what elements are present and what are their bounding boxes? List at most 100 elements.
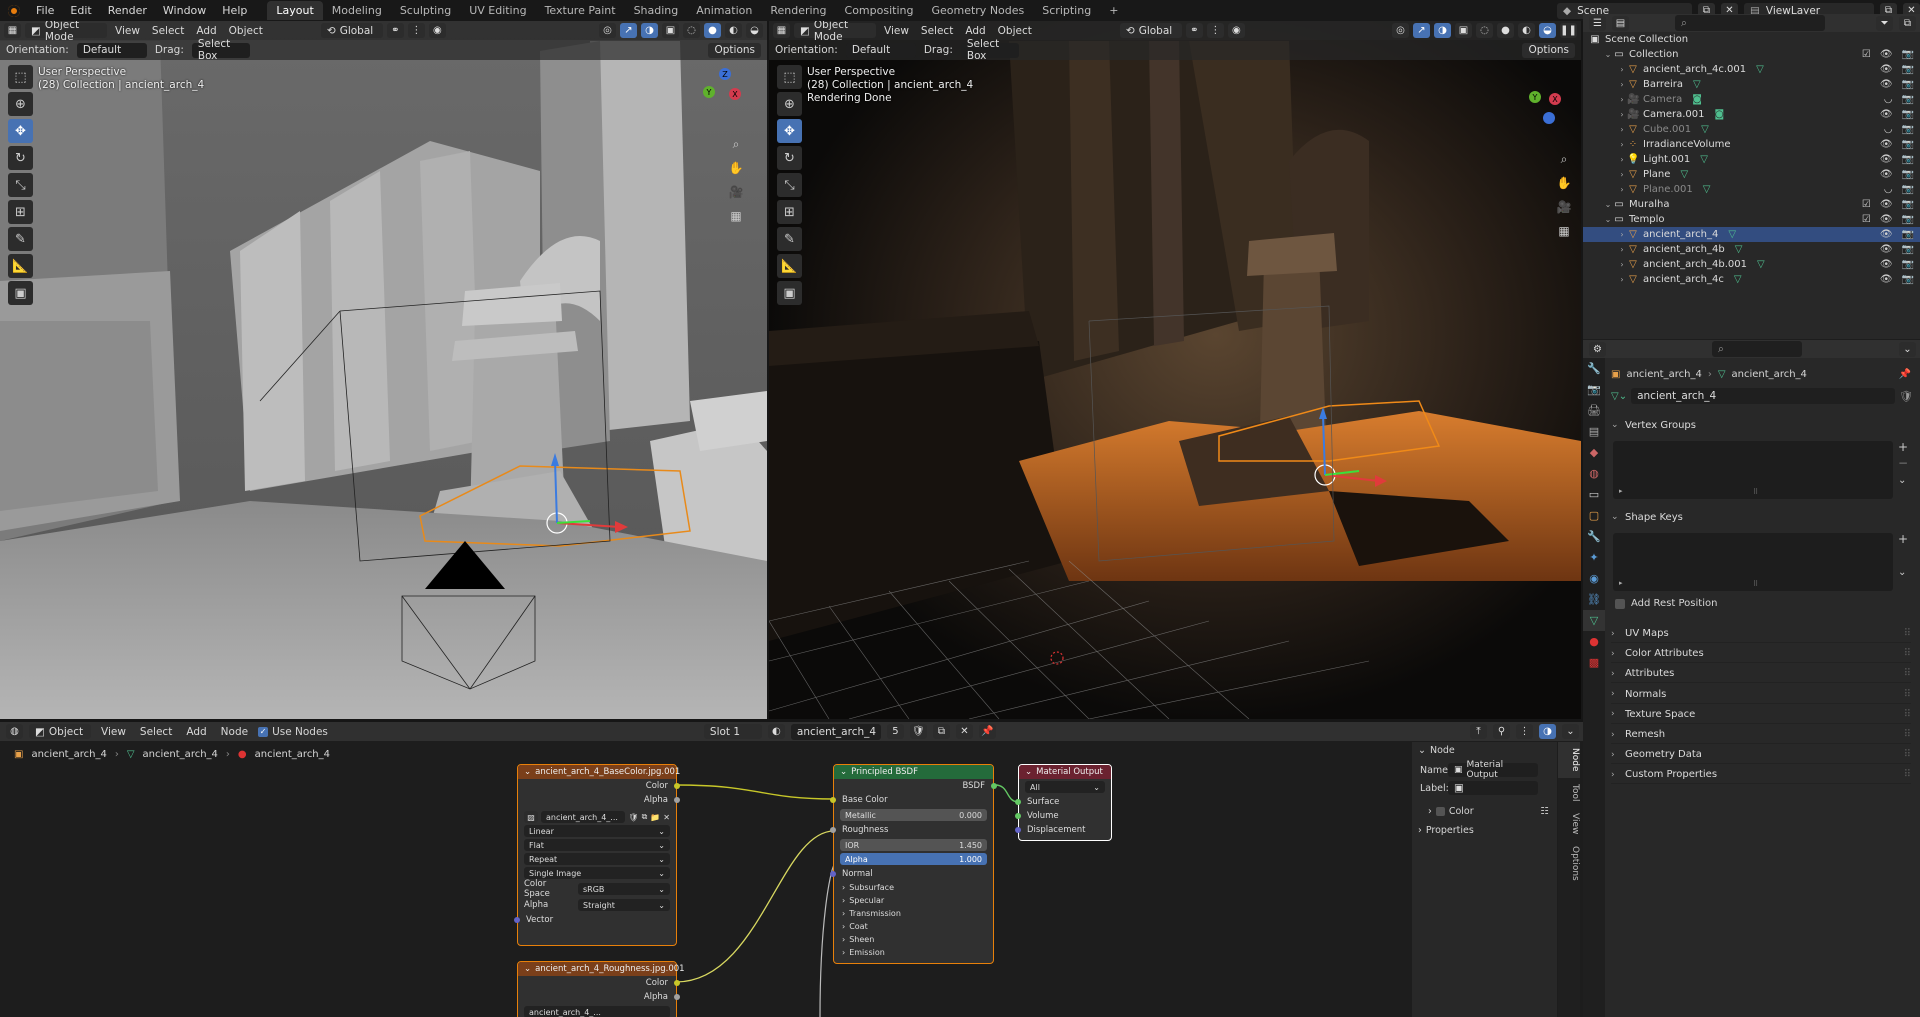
panel-remesh[interactable]: › Remesh ⠿	[1611, 726, 1911, 744]
open-image-icon[interactable]: 📁	[650, 813, 660, 822]
menu-window[interactable]: Window	[155, 4, 214, 17]
interpolation-dropdown[interactable]: Linear ⌄	[524, 825, 670, 837]
data-link-icon[interactable]: ▽	[1701, 124, 1709, 135]
drag-handle-icon[interactable]: ⠿	[1904, 749, 1911, 760]
collapse-chevron-icon[interactable]: ⌄	[524, 767, 531, 777]
tab-shading[interactable]: Shading	[625, 1, 688, 20]
alpha-socket[interactable]	[674, 994, 680, 1000]
editor-type-icon[interactable]: ⚙	[1589, 341, 1606, 357]
render-camera-icon[interactable]: 📷	[1902, 184, 1914, 195]
mesh-name-field[interactable]: ancient_arch_4	[1631, 388, 1896, 404]
snap-options-icon[interactable]: ⋮	[1516, 724, 1533, 739]
scale-icon[interactable]: ⤡	[777, 173, 802, 197]
navigation-gizmo[interactable]: Z Y X ⌕ ✋ 🎥 ▦	[695, 66, 765, 266]
expand-toggle-icon[interactable]: ›	[1617, 95, 1627, 104]
orientation-dropdown[interactable]: Default	[76, 42, 147, 58]
outliner-item[interactable]: › ▽ Plane.001 ▽ ◡ 📷	[1583, 182, 1920, 197]
filter-icon[interactable]: ⏷	[1876, 15, 1893, 31]
expand-toggle-icon[interactable]: ›	[1617, 245, 1627, 254]
menu-select[interactable]: Select	[917, 25, 957, 37]
pin-icon[interactable]: 📌	[978, 724, 996, 739]
target-dropdown[interactable]: All ⌄	[1025, 781, 1105, 793]
overlay-options-icon[interactable]: ⌄	[1562, 724, 1579, 739]
menu-select[interactable]: Select	[136, 726, 176, 738]
image-name-field[interactable]: ancient_arch_4_...	[524, 1006, 670, 1017]
subpanel-emission[interactable]: › Emission	[834, 946, 993, 959]
texture-tab-icon[interactable]: ▩	[1583, 652, 1605, 673]
eye-icon[interactable]: ◡	[1884, 124, 1893, 135]
drag-dropdown[interactable]: Select Box	[191, 38, 250, 62]
vector-socket[interactable]	[514, 917, 520, 923]
rendered-shading-icon[interactable]: ◒	[746, 23, 763, 38]
navigation-gizmo[interactable]: Y X ⌕ ✋ 🎥 ▦	[1509, 66, 1579, 266]
use-nodes-checkbox[interactable]: ✓	[258, 726, 269, 737]
render-camera-icon[interactable]: 📷	[1902, 154, 1914, 165]
material-shading-icon[interactable]: ◐	[1518, 23, 1535, 38]
expand-toggle-icon[interactable]: ›	[1617, 260, 1627, 269]
image-texture-node-roughness[interactable]: ⌄ ancient_arch_4_Roughness.jpg.001 Color …	[517, 961, 685, 1017]
blender-logo-icon[interactable]	[0, 0, 28, 21]
source-dropdown[interactable]: Single Image ⌄	[524, 867, 670, 879]
outliner-search-input[interactable]: ⌕	[1675, 15, 1825, 31]
data-tab-icon[interactable]: ▽	[1583, 610, 1605, 631]
shape-key-menu-icon[interactable]: ⌄	[1898, 567, 1906, 578]
outliner-item[interactable]: ⌄ ▭ Collection ☑ 👁 📷	[1583, 47, 1920, 62]
add-cube-icon[interactable]: ▣	[777, 281, 802, 305]
properties-search-input[interactable]: ⌕	[1712, 341, 1802, 357]
render-camera-icon[interactable]: 📷	[1902, 79, 1914, 90]
solid-shading-icon[interactable]: ●	[1497, 23, 1514, 38]
render-camera-icon[interactable]: 📷	[1902, 199, 1914, 210]
pivot-icon[interactable]: ⚭	[386, 23, 404, 38]
rotate-icon[interactable]: ↻	[777, 146, 802, 170]
eye-icon[interactable]: 👁	[1880, 199, 1893, 210]
bsdf-socket[interactable]	[991, 783, 997, 789]
gizmo-toggle-icon[interactable]: ↗	[1413, 23, 1430, 38]
eye-icon[interactable]: 👁	[1880, 229, 1893, 240]
subpanel-specular[interactable]: › Specular	[834, 894, 993, 907]
gizmo-toggle-icon[interactable]: ↗	[620, 23, 637, 38]
expand-toggle-icon[interactable]: ›	[1617, 140, 1627, 149]
options-button[interactable]: Options	[1522, 42, 1575, 58]
drag-handle-icon[interactable]: ⠿	[1904, 648, 1911, 659]
data-link-icon[interactable]: ▽	[1703, 184, 1711, 195]
drag-handle-icon[interactable]: ⠿	[1904, 729, 1911, 740]
visibility-icon[interactable]: ◎	[1392, 23, 1409, 38]
panel-shape-keys[interactable]: ⌄ Shape Keys	[1611, 508, 1911, 526]
options-button[interactable]: Options	[708, 42, 761, 58]
annotate-icon[interactable]: ✎	[777, 227, 802, 251]
viewport-rendered[interactable]: ▦ ◩ Object Mode View Select Add Object ⟲ G…	[769, 21, 1581, 719]
xray-icon[interactable]: ▣	[662, 23, 679, 38]
resize-handle-icon[interactable]: ⠿	[1753, 580, 1758, 588]
slot-selector[interactable]: Slot 1	[703, 724, 762, 739]
overlay-toggle-icon[interactable]: ◑	[1434, 23, 1451, 38]
transform-orientation-selector[interactable]: ⟲ Global	[1119, 23, 1182, 38]
output-tab-icon[interactable]: 🖨	[1583, 400, 1605, 421]
principled-bsdf-node[interactable]: ⌄ Principled BSDF BSDF Base Color Metalli…	[830, 764, 997, 964]
orientation-dropdown[interactable]: Default	[845, 42, 916, 58]
outliner-item[interactable]: › 🎥 Camera.001 ◙ 👁 📷	[1583, 107, 1920, 122]
fake-user-icon[interactable]: 🛡	[628, 813, 638, 822]
data-link-icon[interactable]: ▽	[1693, 79, 1701, 90]
world-tab-icon[interactable]: ◍	[1583, 463, 1605, 484]
alpha-slider[interactable]: Alpha 1.000	[840, 853, 987, 865]
sidebar-tab-tool[interactable]: Tool	[1558, 778, 1580, 807]
camera-view-icon[interactable]: 🎥	[726, 182, 746, 202]
expand-toggle-icon[interactable]: ⌄	[1603, 215, 1613, 224]
pan-hand-icon[interactable]: ✋	[726, 158, 746, 178]
data-link-icon[interactable]: ▽	[1735, 244, 1743, 255]
collapse-chevron-icon[interactable]: ⌄	[840, 767, 847, 777]
tab-scripting[interactable]: Scripting	[1033, 1, 1100, 20]
sidebar-tab-node[interactable]: Node	[1558, 742, 1580, 778]
zoom-icon[interactable]: ⌕	[1554, 149, 1574, 169]
outliner-item[interactable]: › ⁘ IrradianceVolume 👁 📷	[1583, 137, 1920, 152]
vertex-groups-list[interactable]: ▸ ⠿	[1613, 441, 1893, 499]
eye-icon[interactable]: 👁	[1880, 139, 1893, 150]
snap-icon[interactable]: ⋮	[407, 23, 425, 38]
color-presets-icon[interactable]: ☷	[1540, 806, 1549, 817]
color-subpanel[interactable]: › Color ☷	[1412, 802, 1557, 820]
metallic-slider[interactable]: Metallic 0.000	[840, 809, 987, 821]
new-collection-icon[interactable]: ⧉	[1899, 15, 1916, 31]
render-camera-icon[interactable]: 📷	[1902, 94, 1914, 105]
snap-icon[interactable]: ⚲	[1493, 724, 1510, 739]
axis-z-icon[interactable]: Z	[719, 68, 731, 80]
